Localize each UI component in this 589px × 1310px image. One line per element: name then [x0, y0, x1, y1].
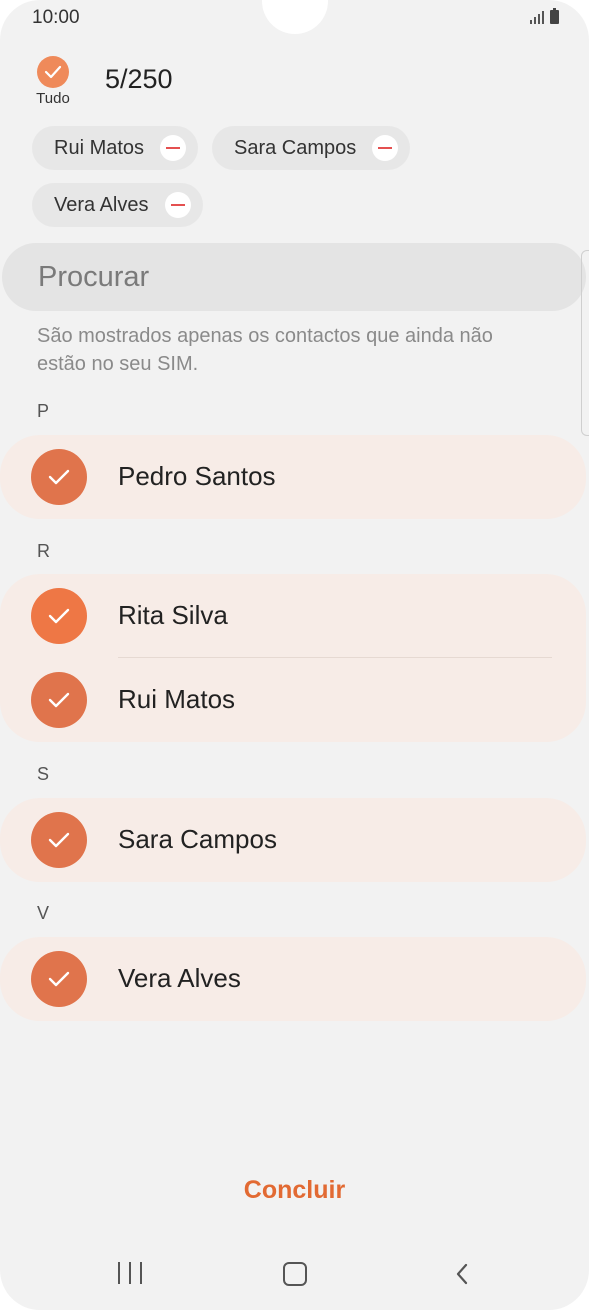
recents-icon[interactable]	[118, 1262, 142, 1286]
chip-label: Rui Matos	[54, 136, 145, 159]
contact-name: Sara Campos	[118, 824, 277, 854]
contact-row-sara-campos[interactable]: Sara Campos	[0, 798, 586, 882]
minus-icon[interactable]	[164, 192, 191, 218]
navigation-bar	[0, 1250, 589, 1300]
contact-row-pedro-santos[interactable]: Pedro Santos	[0, 435, 586, 519]
selected-chip-vera-alves: Vera Alves	[32, 183, 203, 227]
checkmark-icon	[31, 951, 87, 1007]
minus-icon[interactable]	[160, 135, 187, 161]
search-placeholder: Procurar	[38, 260, 150, 293]
contact-group-s: Sara Campos	[0, 798, 586, 882]
checkmark-icon	[31, 812, 87, 868]
chip-label: Vera Alves	[54, 193, 149, 216]
checkmark-icon	[31, 449, 87, 505]
minus-icon[interactable]	[372, 135, 399, 161]
scrollbar[interactable]	[581, 250, 589, 436]
checkmark-icon	[37, 56, 69, 88]
section-header-r: R	[37, 541, 50, 561]
contact-name: Pedro Santos	[118, 461, 276, 491]
contact-name: Rita Silva	[118, 600, 228, 630]
contact-name: Rui Matos	[118, 684, 236, 714]
section-header-p: P	[37, 401, 50, 421]
home-icon[interactable]	[283, 1262, 307, 1286]
done-button[interactable]: Concluir	[0, 1176, 589, 1205]
chip-label: Sara Campos	[234, 136, 357, 159]
signal-icon	[530, 10, 544, 24]
back-icon[interactable]	[452, 1262, 476, 1286]
search-input[interactable]: Procurar	[2, 243, 586, 311]
contact-row-vera-alves[interactable]: Vera Alves	[0, 937, 586, 1021]
section-header-v: V	[37, 903, 50, 923]
selected-chip-rui-matos: Rui Matos	[32, 126, 199, 170]
status-icons	[530, 8, 559, 24]
selected-chip-sara-campos: Sara Campos	[212, 126, 411, 170]
contact-group-v: Vera Alves	[0, 937, 586, 1021]
status-time: 10:00	[32, 7, 80, 28]
checkmark-icon	[31, 672, 87, 728]
select-all-toggle[interactable]: Tudo	[30, 56, 76, 107]
checkmark-icon	[31, 588, 87, 644]
contact-row-rui-matos[interactable]: Rui Matos	[0, 658, 586, 742]
info-text: São mostrados apenas os contactos que ai…	[37, 325, 493, 375]
battery-icon	[550, 8, 559, 24]
select-all-label: Tudo	[36, 90, 70, 107]
phone-screen: 10:00 Tudo 5/250 Rui Matos Sara Campos V…	[0, 0, 589, 1310]
section-header-s: S	[37, 764, 50, 784]
contact-group-r: Rita Silva Rui Matos	[0, 574, 586, 742]
contact-group-p: Pedro Santos	[0, 435, 586, 519]
contact-row-rita-silva[interactable]: Rita Silva	[0, 574, 586, 658]
contact-name: Vera Alves	[118, 963, 241, 993]
selected-count: 5/250	[105, 64, 173, 94]
